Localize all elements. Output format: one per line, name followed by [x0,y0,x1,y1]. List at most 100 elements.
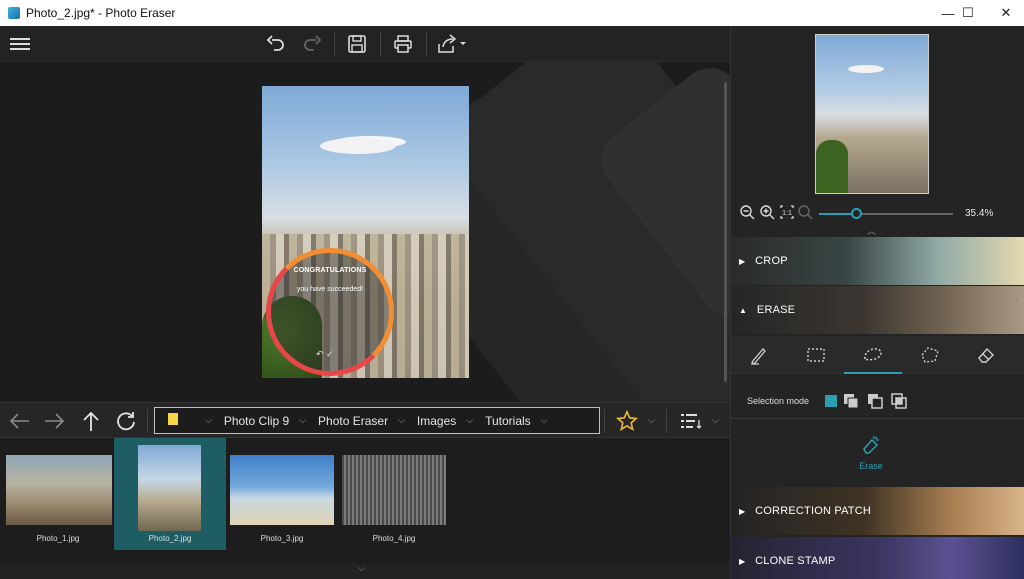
expand-arrow-icon: ▶ [739,556,746,566]
chevron-down-icon[interactable]: ⌵ [358,563,366,574]
zoom-slider-fill [819,213,855,215]
nav-divider [666,409,667,433]
star-icon[interactable] [614,409,640,433]
undo-icon[interactable] [263,32,289,56]
app-icon [8,7,20,19]
thumbnail-label: Photo_2.jpg [148,534,192,543]
selection-mode-row: Selection mode [731,386,1024,416]
sort-list-icon[interactable] [678,409,704,433]
share-icon[interactable] [436,32,468,56]
overlay-actions-icon[interactable]: ↶ ✓ [316,349,334,360]
preview-trees [816,140,848,193]
thumbnail-image [138,445,201,531]
erase-section-header[interactable]: ▲ ERASE [731,286,1024,334]
toolbar-divider [334,32,335,56]
photo-cloud [320,138,396,154]
redo-icon[interactable] [299,32,325,56]
brush-tool-icon[interactable] [746,342,772,368]
image-canvas[interactable]: CONGRATULATIONS you have succeeded! ↶ ✓ [0,62,730,402]
thumbnail-item[interactable]: Photo_4.jpg [338,438,450,550]
expand-arrow-icon: ▶ [739,256,746,266]
erase-tools [731,336,1024,374]
canvas-scrollbar[interactable] [724,82,727,382]
thumbnail-image [342,455,446,525]
breadcrumb-item[interactable]: Images ⌵ [417,414,473,428]
thumbnail-item-selected[interactable]: Photo_2.jpg [114,438,226,550]
right-panel: 1:1 35.4% ︿ ▶ CROP ▲ ERASE Selection mod… [730,26,1024,579]
menu-icon[interactable] [7,32,33,56]
nav-divider [604,409,605,433]
chevron-down-icon[interactable]: ⌵ [398,415,405,426]
zoom-slider-handle[interactable] [851,208,862,219]
main-toolbar [0,26,730,62]
thumbnail-label: Photo_3.jpg [260,534,304,543]
close-button[interactable]: ✕ [986,0,1024,26]
preview-cloud [848,65,884,73]
panel-divider [731,418,1024,419]
erase-magic-icon [860,436,882,459]
breadcrumb-item[interactable]: Photo Clip 9 ⌵ [224,414,306,428]
forward-arrow-icon[interactable] [42,409,68,433]
section-label: CROP [755,255,788,267]
nav-divider [147,409,148,433]
polygon-lasso-icon[interactable] [917,342,943,368]
toolbar-divider [380,32,381,56]
crop-section-header[interactable]: ▶ CROP [731,237,1024,285]
breadcrumb[interactable]: ⌵ Photo Clip 9 ⌵ Photo Eraser ⌵ Images ⌵ Tu… [154,407,600,434]
zoom-in-icon[interactable] [759,204,775,223]
chevron-down-icon[interactable]: ⌵ [648,415,655,426]
thumbnail-label: Photo_4.jpg [372,534,416,543]
print-icon[interactable] [390,32,416,56]
breadcrumb-item[interactable]: Tutorials ⌵ [485,414,547,428]
folder-navigation-bar: ⌵ Photo Clip 9 ⌵ Photo Eraser ⌵ Images ⌵ Tu… [0,402,730,438]
selection-intersect-icon[interactable] [891,393,907,409]
thumbnail-strip: Photo_1.jpg Photo_2.jpg Photo_3.jpg Phot… [0,438,730,563]
succeeded-text: you have succeeded! [296,286,364,293]
selection-new-icon[interactable] [825,395,837,407]
lasso-tool-icon[interactable] [860,342,886,368]
chevron-down-icon[interactable]: ⌵ [712,415,719,426]
thumbnail-item[interactable]: Photo_3.jpg [226,438,338,550]
clone-stamp-section-header[interactable]: ▶ CLONE STAMP [731,537,1024,579]
thumbnail-image [6,455,112,525]
selection-mode-label: Selection mode [747,396,810,406]
expand-arrow-icon: ▶ [739,506,746,516]
back-arrow-icon[interactable] [6,409,32,433]
title-bar: Photo_2.jpg* - Photo Eraser — ☐ ✕ [0,0,1024,26]
section-label: CLONE STAMP [755,555,836,567]
thumbnail-image [230,455,334,525]
maximize-button[interactable]: ☐ [948,0,988,26]
erase-button-label: Erase [859,461,883,471]
thumbnail-item[interactable]: Photo_1.jpg [2,438,114,550]
active-tool-indicator [844,372,902,374]
zoom-out-icon[interactable] [739,204,755,223]
chevron-down-icon[interactable]: ⌵ [299,415,306,426]
breadcrumb-item[interactable]: Photo Eraser ⌵ [318,414,405,428]
chevron-down-icon[interactable]: ⌵ [541,415,548,426]
chevron-down-icon[interactable]: ⌵ [205,415,212,426]
zoom-controls: 1:1 35.4% [731,202,1024,226]
toolbar-divider [426,32,427,56]
erase-button[interactable]: Erase [851,434,891,471]
window-title: Photo_2.jpg* - Photo Eraser [26,6,176,20]
congratulations-text: CONGRATULATIONS [293,267,367,274]
refresh-icon[interactable] [113,409,139,433]
correction-patch-section-header[interactable]: ▶ CORRECTION PATCH [731,487,1024,535]
actual-size-icon[interactable]: 1:1 [779,204,795,223]
chevron-up-icon[interactable]: ︿ [867,224,876,237]
selection-subtract-icon[interactable] [867,393,883,409]
up-arrow-icon[interactable] [78,409,104,433]
chevron-down-icon[interactable]: ⌵ [466,415,473,426]
selection-add-icon[interactable] [843,393,859,409]
eraser-tool-icon[interactable] [973,342,999,368]
fit-zoom-icon[interactable] [797,204,813,223]
section-label: CORRECTION PATCH [755,505,872,517]
save-icon[interactable] [344,32,370,56]
navigator-preview[interactable] [815,34,929,194]
panel-scroll-arrow-icon[interactable]: › [1016,296,1019,305]
zoom-value: 35.4% [965,208,994,219]
rectangle-selection-icon[interactable] [803,342,829,368]
svg-text:1:1: 1:1 [782,210,792,217]
folder-icon [167,412,179,429]
section-label: ERASE [756,304,796,316]
